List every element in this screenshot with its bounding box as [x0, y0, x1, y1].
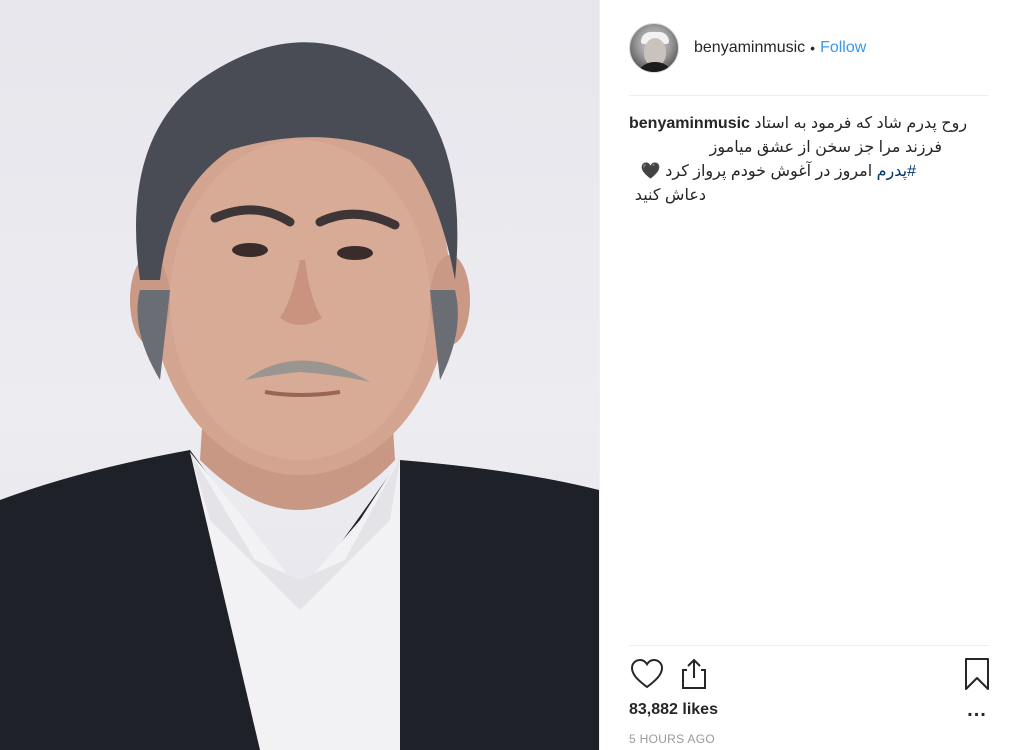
caption-line-4: دعاش کنید: [629, 184, 706, 208]
caption-line-3: #پدرم امروز در آغوش خودم پرواز کرد 🖤: [629, 160, 916, 184]
divider: [629, 95, 989, 96]
divider: [629, 645, 989, 646]
bookmark-icon: [965, 658, 989, 690]
post-sidebar: benyaminmusic • Follow benyaminmusic روح…: [599, 0, 1019, 750]
header-separator: •: [810, 40, 816, 56]
caption-hashtag[interactable]: #پدرم: [877, 163, 916, 180]
post-actions: [629, 656, 989, 692]
post-header: benyaminmusic • Follow: [629, 22, 989, 74]
caption-text-2: فرزند مرا جز سخن از عشق میاموز: [709, 139, 942, 156]
caption-line-2: فرزند مرا جز سخن از عشق میاموز: [629, 136, 942, 160]
share-icon: [682, 658, 706, 689]
caption-text-3: امروز در آغوش خودم پرواز کرد: [665, 163, 873, 180]
post-caption: benyaminmusic روح پدرم شاد که فرمود به ا…: [629, 112, 989, 208]
likes-count[interactable]: 83,882 likes: [629, 701, 718, 719]
follow-button[interactable]: Follow: [820, 39, 866, 57]
post-photo[interactable]: [0, 0, 599, 750]
share-button[interactable]: [676, 656, 712, 692]
black-heart-icon: 🖤: [640, 163, 661, 180]
caption-text-1: روح پدرم شاد که فرمود به استاد: [754, 115, 968, 132]
heart-icon: [630, 658, 664, 689]
header-username[interactable]: benyaminmusic: [694, 39, 805, 57]
caption-username[interactable]: benyaminmusic: [629, 115, 750, 132]
post-timestamp[interactable]: 5 HOURS AGO: [629, 732, 715, 746]
caption-line-1: benyaminmusic روح پدرم شاد که فرمود به ا…: [629, 112, 989, 136]
like-button[interactable]: [629, 656, 665, 692]
more-options-icon[interactable]: ...: [965, 700, 989, 727]
save-button[interactable]: [959, 656, 995, 692]
avatar[interactable]: [629, 23, 679, 73]
portrait-image: [0, 42, 599, 750]
caption-text-4: دعاش کنید: [634, 187, 706, 204]
